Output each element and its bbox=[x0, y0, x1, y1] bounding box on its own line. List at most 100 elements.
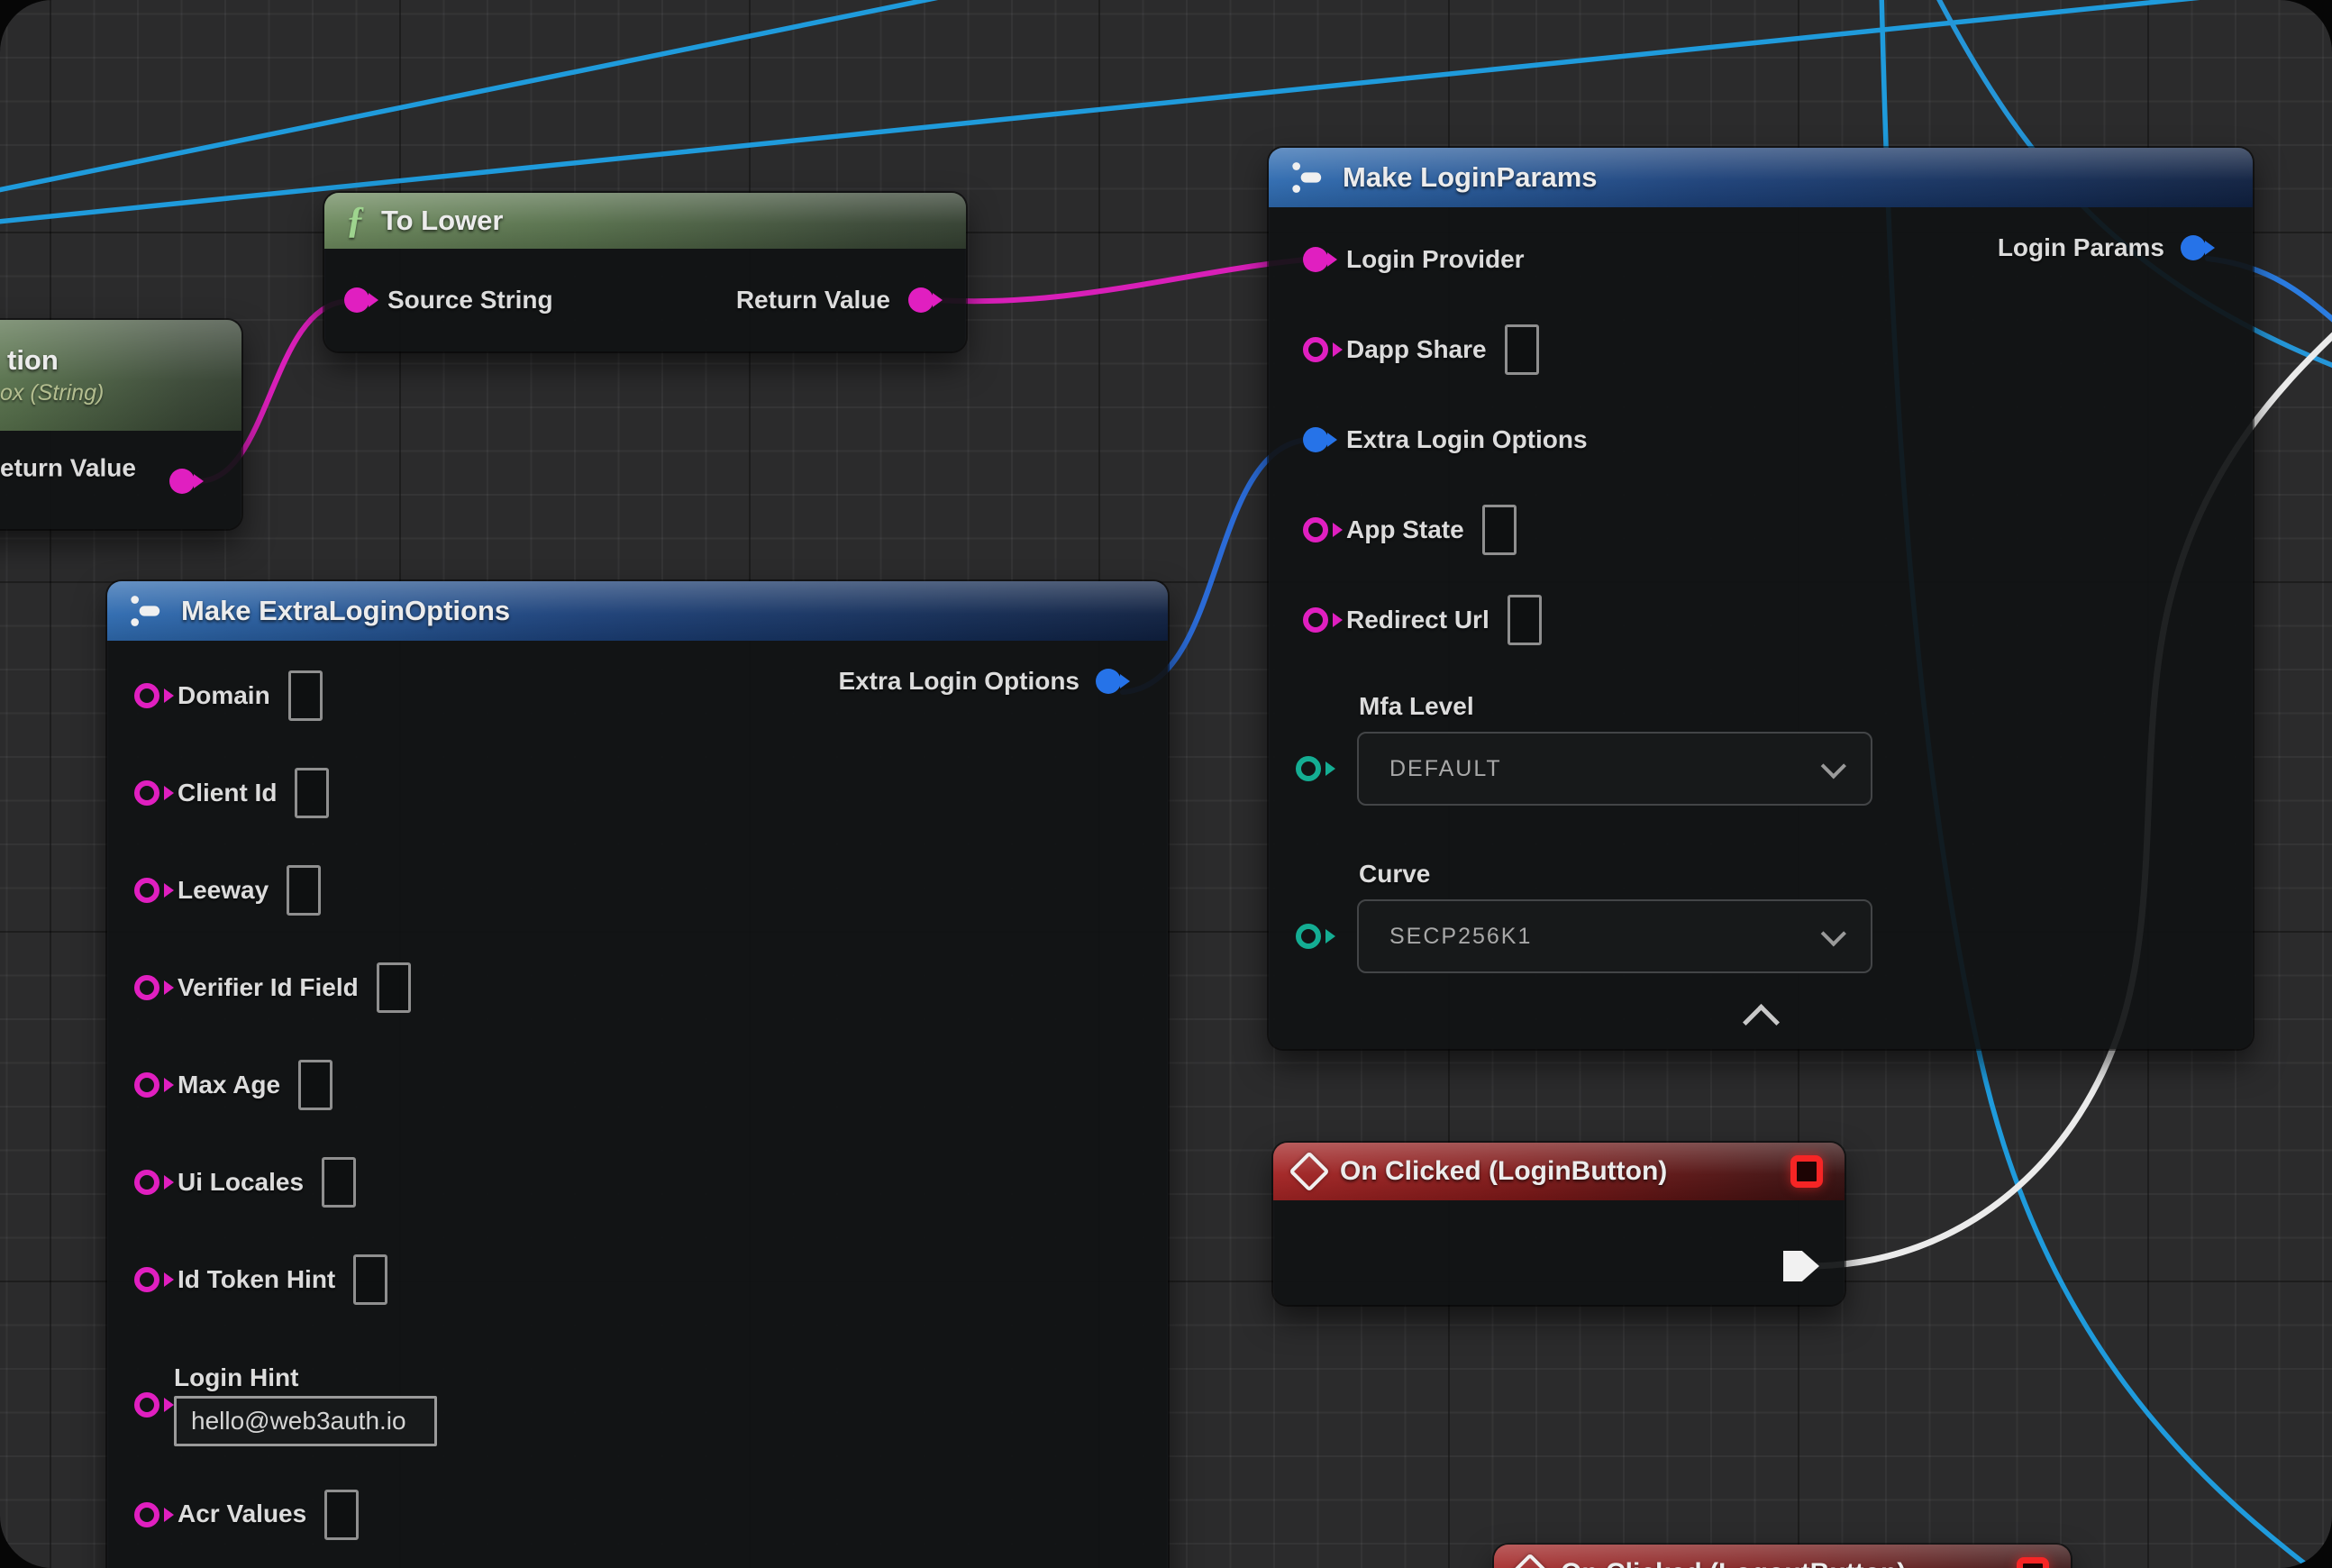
pin-row-mfa-level: DEFAULT bbox=[1269, 732, 2253, 806]
debug-stop-icon bbox=[1790, 1155, 1823, 1188]
input-pin-label: Source String bbox=[387, 287, 553, 315]
domain-value-box[interactable] bbox=[288, 670, 323, 721]
pin-row-acr-values: Acr Values bbox=[107, 1466, 1168, 1563]
pin-row-domain: Domain bbox=[107, 647, 1168, 744]
node-make-extra-login-options[interactable]: Make ExtraLoginOptions Domain Client Id … bbox=[107, 581, 1168, 1568]
node-to-lower[interactable]: To Lower Source String Return Value bbox=[324, 193, 966, 351]
pin-label: Verifier Id Field bbox=[178, 974, 359, 1002]
leeway-pin[interactable] bbox=[134, 878, 159, 903]
node-title: To Lower bbox=[381, 205, 503, 237]
curve-pin[interactable] bbox=[1296, 924, 1321, 949]
mfa-level-value: DEFAULT bbox=[1389, 756, 1502, 782]
pin-row-login-params-out: Login Params bbox=[1998, 234, 2206, 262]
redirect-url-pin[interactable] bbox=[1303, 607, 1328, 633]
ui-locales-value-box[interactable] bbox=[322, 1157, 356, 1208]
pin-row-app-state: App State bbox=[1269, 485, 2253, 575]
pin-row-extra-login-options-out: Extra Login Options bbox=[838, 668, 1121, 696]
client-id-pin[interactable] bbox=[134, 780, 159, 806]
acr-values-pin[interactable] bbox=[134, 1502, 159, 1527]
login-params-out-pin[interactable] bbox=[2181, 235, 2206, 260]
extra-login-options-in-pin[interactable] bbox=[1303, 427, 1328, 452]
pin-row-ui-locales: Ui Locales bbox=[107, 1134, 1168, 1231]
node-header[interactable]: On Clicked (LoginButton) bbox=[1273, 1143, 1845, 1200]
pin-label: Leeway bbox=[178, 877, 269, 905]
curve-label: Curve bbox=[1359, 860, 2253, 889]
mfa-level-pin[interactable] bbox=[1296, 756, 1321, 781]
pin-label: Ui Locales bbox=[178, 1169, 304, 1197]
pin-row-verifier-id-field: Verifier Id Field bbox=[107, 939, 1168, 1036]
max-age-value-box[interactable] bbox=[298, 1060, 332, 1110]
source-string-pin[interactable] bbox=[344, 287, 369, 313]
pin-label: Redirect Url bbox=[1346, 606, 1489, 634]
pin-row-id-token-hint: Id Token Hint bbox=[107, 1231, 1168, 1328]
node-title: Make LoginParams bbox=[1343, 161, 1598, 194]
node-header[interactable]: To Lower bbox=[324, 193, 966, 249]
client-id-value-box[interactable] bbox=[295, 768, 329, 818]
id-token-hint-pin[interactable] bbox=[134, 1267, 159, 1292]
blueprint-graph-canvas[interactable]: tion ox (String) eturn Value To Lower So… bbox=[0, 0, 2332, 1568]
leeway-value-box[interactable] bbox=[287, 865, 321, 916]
verifier-id-field-value-box[interactable] bbox=[377, 962, 411, 1013]
app-state-value-box[interactable] bbox=[1482, 505, 1517, 555]
node-title: On Clicked (LoginButton) bbox=[1340, 1156, 1667, 1187]
node-title: Make ExtraLoginOptions bbox=[181, 595, 510, 627]
redirect-url-value-box[interactable] bbox=[1508, 595, 1542, 645]
node-make-login-params[interactable]: Make LoginParams Login Provider Dapp Sha… bbox=[1269, 148, 2253, 1049]
event-icon bbox=[1289, 1151, 1329, 1191]
debug-stop-icon bbox=[2017, 1557, 2049, 1568]
return-value-pin[interactable] bbox=[908, 287, 934, 313]
node-header[interactable]: Make LoginParams bbox=[1269, 148, 2253, 207]
chevron-down-icon bbox=[1821, 753, 1846, 779]
extra-login-options-out-pin[interactable] bbox=[1096, 669, 1121, 694]
acr-values-value-box[interactable] bbox=[324, 1490, 359, 1540]
collapse-node-button[interactable] bbox=[1742, 1004, 1779, 1041]
node-title-fragment: tion bbox=[0, 344, 59, 377]
pin-row-curve: SECP256K1 bbox=[1269, 899, 2253, 973]
output-pin-label: Return Value bbox=[736, 287, 890, 315]
dapp-share-value-box[interactable] bbox=[1505, 324, 1539, 375]
event-icon bbox=[1509, 1553, 1550, 1568]
node-on-clicked-login-button[interactable]: On Clicked (LoginButton) bbox=[1273, 1143, 1845, 1305]
curve-value: SECP256K1 bbox=[1389, 924, 1532, 950]
pin-label: Domain bbox=[178, 682, 270, 710]
login-hint-pin[interactable] bbox=[134, 1392, 159, 1418]
pin-label: Id Token Hint bbox=[178, 1266, 335, 1294]
output-pin-label: Extra Login Options bbox=[838, 668, 1079, 696]
pin-label: Login Provider bbox=[1346, 246, 1525, 274]
max-age-pin[interactable] bbox=[134, 1072, 159, 1098]
login-provider-pin[interactable] bbox=[1303, 247, 1328, 272]
verifier-id-field-pin[interactable] bbox=[134, 975, 159, 1000]
pure-function-icon bbox=[346, 202, 365, 240]
node-partial-function[interactable]: tion ox (String) eturn Value bbox=[0, 320, 241, 529]
pin-label: Acr Values bbox=[178, 1500, 306, 1528]
wire-tolower-to-loginprovider[interactable] bbox=[936, 260, 1307, 301]
domain-pin[interactable] bbox=[134, 683, 159, 708]
return-value-pin[interactable] bbox=[169, 469, 195, 494]
mfa-level-dropdown[interactable]: DEFAULT bbox=[1357, 732, 1872, 806]
dapp-share-pin[interactable] bbox=[1303, 337, 1328, 362]
background-wire-1[interactable] bbox=[0, 0, 979, 192]
pin-label: Dapp Share bbox=[1346, 336, 1487, 364]
ui-locales-pin[interactable] bbox=[134, 1170, 159, 1195]
node-on-clicked-logout-button[interactable]: On Clicked (LogoutButton) bbox=[1494, 1545, 2071, 1568]
pin-row-dapp-share: Dapp Share bbox=[1269, 305, 2253, 395]
login-hint-input[interactable]: hello@web3auth.io bbox=[174, 1396, 437, 1446]
node-header[interactable]: On Clicked (LogoutButton) bbox=[1494, 1545, 2071, 1568]
node-header[interactable]: tion ox (String) bbox=[0, 320, 241, 431]
make-struct-icon bbox=[129, 593, 165, 629]
id-token-hint-value-box[interactable] bbox=[353, 1254, 387, 1305]
mfa-level-label: Mfa Level bbox=[1359, 692, 2253, 721]
curve-dropdown[interactable]: SECP256K1 bbox=[1357, 899, 1872, 973]
node-header[interactable]: Make ExtraLoginOptions bbox=[107, 581, 1168, 641]
pin-label: Max Age bbox=[178, 1071, 280, 1099]
pin-row-leeway: Leeway bbox=[107, 842, 1168, 939]
output-pin-label: Login Params bbox=[1998, 234, 2164, 262]
exec-out-pin[interactable] bbox=[1783, 1251, 1819, 1281]
pin-row-client-id: Client Id bbox=[107, 744, 1168, 842]
chevron-down-icon bbox=[1821, 921, 1846, 946]
app-state-pin[interactable] bbox=[1303, 517, 1328, 542]
pin-row-login-hint: Login Hint hello@web3auth.io bbox=[107, 1364, 1168, 1446]
pin-label: Login Hint bbox=[174, 1364, 437, 1392]
output-pin-label: eturn Value bbox=[0, 455, 136, 483]
pin-row-redirect-url: Redirect Url bbox=[1269, 575, 2253, 665]
